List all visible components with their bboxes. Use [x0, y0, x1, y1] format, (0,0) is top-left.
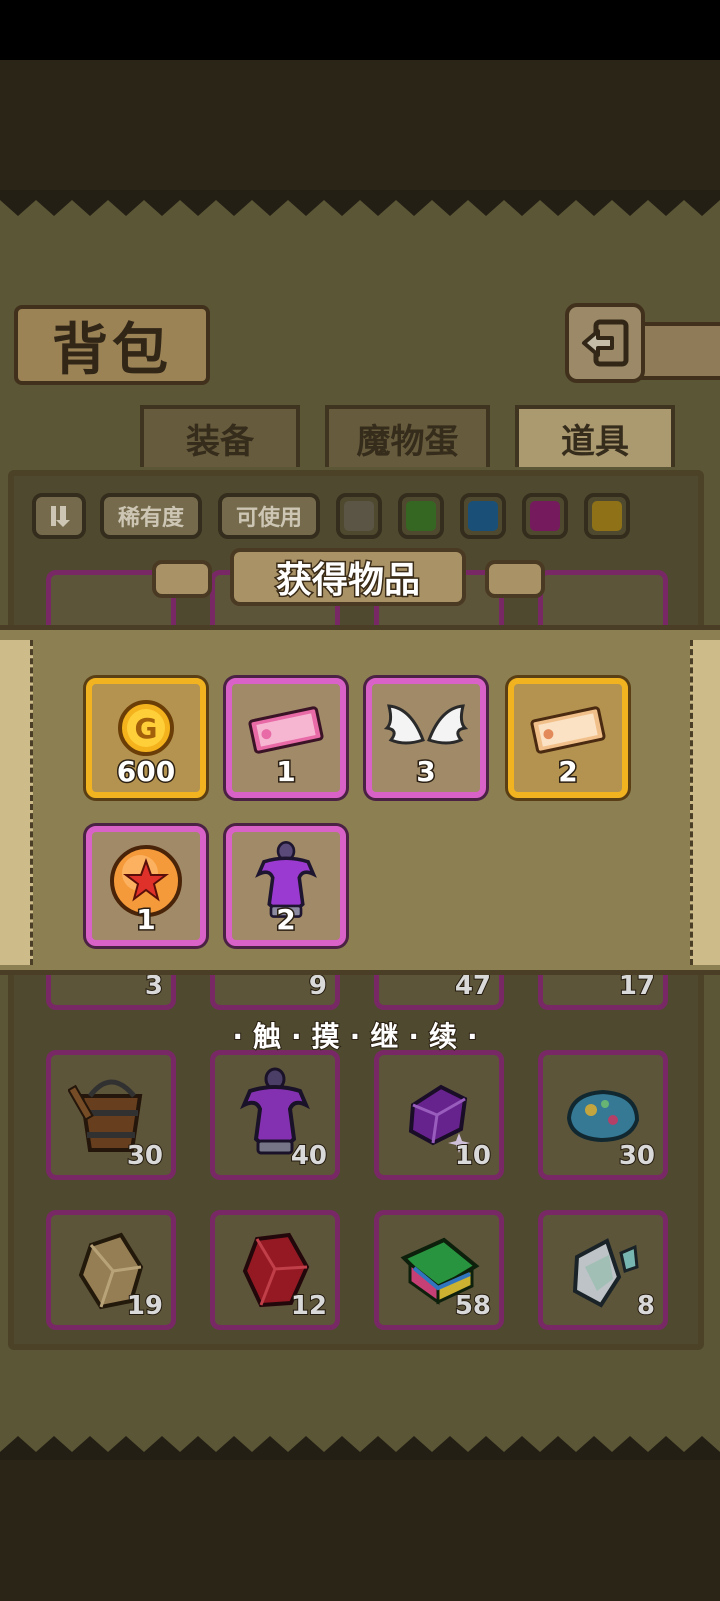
reward-count: 2: [275, 902, 297, 938]
reward-count: 1: [135, 902, 157, 938]
reward-item[interactable]: 1: [86, 826, 206, 946]
reward-count: 2: [557, 754, 579, 790]
reward-title: 获得物品: [274, 558, 421, 603]
background-bottom: [0, 1460, 720, 1601]
banner-edge-right: [690, 640, 720, 965]
title-decoration-right: [485, 560, 545, 598]
reward-count: 1: [275, 754, 297, 790]
gold-coin-icon: G: [118, 700, 174, 756]
reward-title-plate: 获得物品: [230, 548, 466, 606]
reward-count: 3: [415, 754, 437, 790]
reward-item[interactable]: G 600: [86, 678, 206, 798]
svg-text:G: G: [135, 712, 158, 745]
title-decoration-left: [152, 560, 212, 598]
angel-wings-icon: [383, 704, 469, 745]
gold-ticket-icon: [530, 706, 606, 754]
reward-item[interactable]: 1: [226, 678, 346, 798]
pink-ticket-icon: [248, 706, 324, 754]
background-top: [0, 60, 720, 190]
reward-item[interactable]: 2: [508, 678, 628, 798]
reward-count: 600: [115, 754, 176, 790]
tap-to-continue[interactable]: ·触·摸·继·续·: [0, 1015, 720, 1055]
reward-item[interactable]: 2: [226, 826, 346, 946]
banner-edge-left: [0, 640, 33, 965]
status-bar: [0, 0, 720, 60]
reward-item[interactable]: 3: [366, 678, 486, 798]
